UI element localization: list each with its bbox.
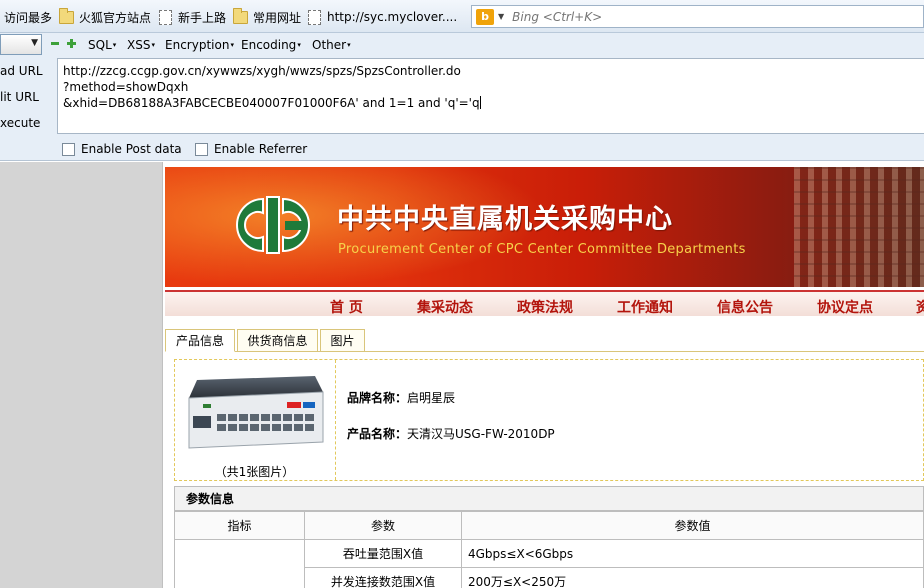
menu-other[interactable]: Other ▾: [312, 37, 351, 53]
nav-home[interactable]: 首 页: [330, 297, 363, 317]
search-bar: b ▼: [471, 5, 924, 28]
decrease-icon[interactable]: [51, 42, 59, 45]
table-header-row: 指标 参数 参数值: [174, 511, 924, 540]
value-cell: 200万≤X<250万: [461, 567, 924, 588]
nav-policies[interactable]: 政策法规: [517, 297, 573, 317]
brand-field: 品牌名称：启明星辰: [347, 389, 455, 406]
enable-post-data-checkbox[interactable]: Enable Post data: [62, 141, 182, 157]
menu-arrow-icon: ▾: [230, 41, 234, 49]
table-row: 吞吐量范围X值 4Gbps≤X<6Gbps: [174, 539, 924, 588]
product-name-label: 产品名称：: [347, 427, 408, 441]
folder-icon: [233, 7, 248, 24]
url-textarea[interactable]: http://zzcg.ccgp.gov.cn/xywwzs/xygh/wwzs…: [57, 58, 924, 134]
web-page: 中共中央直属机关采购中心 Procurement Center of CPC C…: [164, 162, 924, 588]
bookmark-common-sites[interactable]: 常用网址: [233, 7, 301, 26]
indicator-cell: [174, 539, 305, 588]
menu-arrow-icon: ▾: [151, 41, 155, 49]
menu-arrow-icon: ▾: [347, 41, 351, 49]
params-table: 指标 参数 参数值 吞吐量范围X值 4Gbps≤X<6Gbps 并发连接数范围X…: [174, 511, 924, 588]
url-line: ?method=showDqxh: [63, 80, 189, 94]
split-url-button[interactable]: lit URL: [0, 90, 39, 104]
nav-more[interactable]: 资: [916, 297, 924, 317]
column-header: 参数: [304, 511, 462, 540]
increase-icon[interactable]: [67, 39, 76, 48]
bookmark-syc-myclover[interactable]: http://syc.myclover....: [308, 8, 457, 26]
product-info-box: （共1张图片） 品牌名称：启明星辰 产品名称：天清汉马USG-FW-2010DP: [174, 359, 924, 481]
engine-dropdown-icon[interactable]: ▼: [498, 12, 504, 21]
site-banner: 中共中央直属机关采购中心 Procurement Center of CPC C…: [165, 167, 924, 287]
param-cell: 并发连接数范围X值: [304, 567, 462, 588]
params-section: 参数信息 指标 参数 参数值 吞吐量范围X值 4Gbps≤X<6Gbps 并发连…: [174, 486, 924, 588]
url-line: http://zzcg.ccgp.gov.cn/xywwzs/xygh/wwzs…: [63, 64, 461, 78]
brand-label: 品牌名称：: [347, 391, 408, 405]
bookmark-getting-started[interactable]: 新手上路: [159, 8, 226, 26]
folder-icon: [59, 7, 74, 24]
param-cell: 吞吐量范围X值: [304, 539, 462, 568]
menu-sql[interactable]: SQL ▾: [88, 37, 116, 53]
menu-encoding[interactable]: Encoding ▾: [241, 37, 301, 53]
image-count-caption: （共1张图片）: [214, 465, 295, 479]
menu-arrow-icon: ▾: [297, 41, 301, 49]
cpc-logo-icon: [236, 196, 310, 254]
hackbar-panel: SQL▾ XSS▾ Encryption▾ Encoding▾ Other▾ a…: [0, 33, 924, 161]
load-url-button[interactable]: ad URL: [0, 64, 43, 78]
nav-procurement-news[interactable]: 集采动态: [417, 297, 473, 317]
execute-button[interactable]: xecute: [0, 116, 40, 130]
product-image[interactable]: [183, 366, 326, 454]
menu-xss[interactable]: XSS ▾: [127, 37, 155, 53]
product-name-value: 天清汉马USG-FW-2010DP: [407, 427, 555, 441]
checkbox-box[interactable]: [62, 142, 75, 156]
page-gutter: [0, 162, 163, 588]
params-heading: 参数信息: [174, 486, 924, 511]
hackbar-select[interactable]: [0, 34, 42, 55]
product-name-field: 产品名称：天清汉马USG-FW-2010DP: [347, 425, 555, 442]
text-caret: [479, 96, 481, 109]
bookmark-most-visited[interactable]: 访问最多: [4, 8, 52, 26]
search-input[interactable]: [512, 9, 893, 24]
tab-images[interactable]: 图片: [320, 329, 365, 352]
page-icon: [159, 9, 172, 25]
bookmark-firefox-official[interactable]: 火狐官方站点: [59, 7, 151, 26]
url-line: &xhid=DB68188A3FABCECBE040007F01000F6A' …: [63, 96, 481, 110]
nav-work-notices[interactable]: 工作通知: [617, 297, 673, 317]
bookmarks-toolbar: 访问最多 火狐官方站点 新手上路 常用网址 http://syc.myclove…: [0, 0, 924, 33]
brand-value: 启明星辰: [407, 391, 456, 405]
value-cell: 4Gbps≤X<6Gbps: [461, 539, 924, 568]
column-header: 指标: [174, 511, 305, 540]
tab-supplier-info[interactable]: 供货商信息: [237, 329, 318, 352]
site-subtitle: Procurement Center of CPC Center Committ…: [338, 242, 746, 257]
nav-announcements[interactable]: 信息公告: [717, 297, 773, 317]
page-icon: [308, 9, 321, 25]
site-nav: 首 页 集采动态 政策法规 工作通知 信息公告 协议定点 资: [165, 290, 924, 316]
nav-agreements[interactable]: 协议定点: [817, 297, 873, 317]
menu-arrow-icon: ▾: [112, 41, 117, 49]
enable-referrer-checkbox[interactable]: Enable Referrer: [195, 141, 307, 157]
checkbox-box[interactable]: [195, 142, 208, 156]
menu-encryption[interactable]: Encryption ▾: [165, 37, 234, 53]
site-title: 中共中央直属机关采购中心: [337, 204, 673, 235]
column-header: 参数值: [461, 511, 924, 540]
tab-product-info[interactable]: 产品信息: [165, 329, 235, 352]
bing-logo-icon[interactable]: b: [476, 8, 494, 25]
